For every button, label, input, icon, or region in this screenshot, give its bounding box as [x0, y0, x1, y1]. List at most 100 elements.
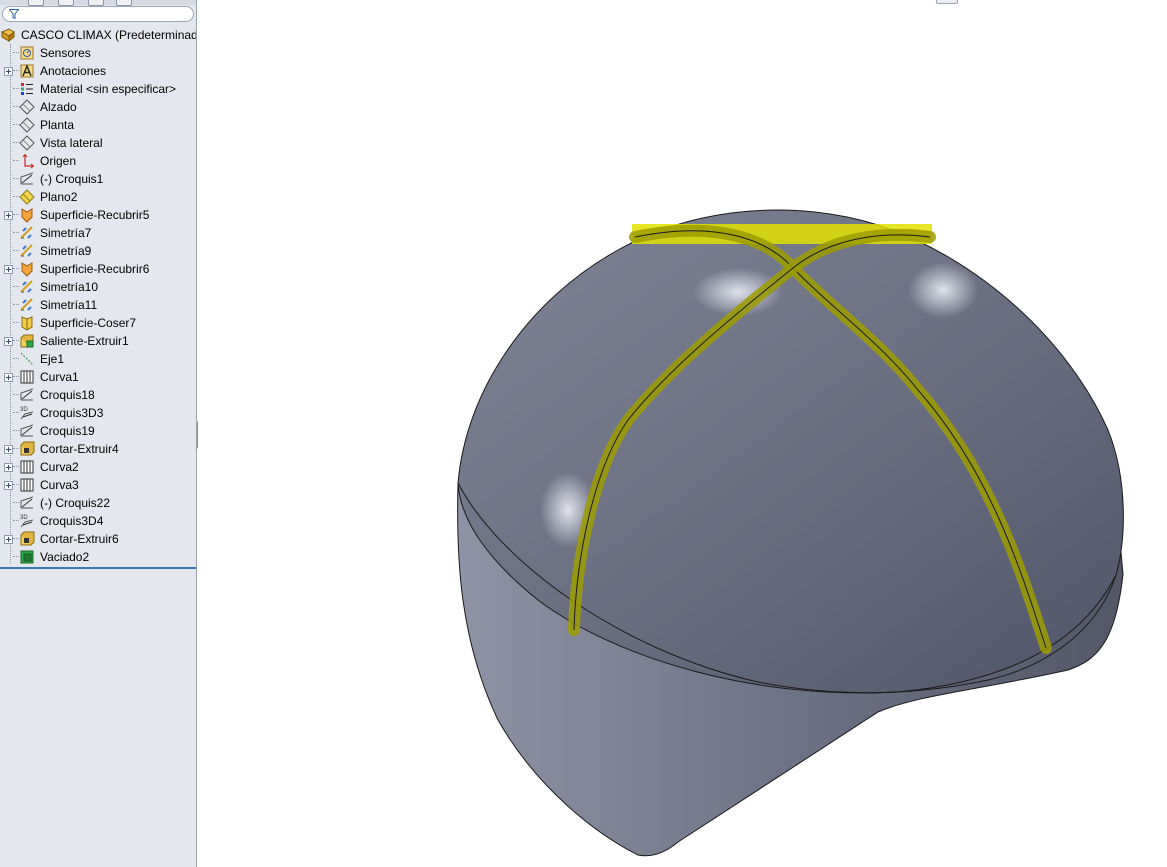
tree-item-label: Simetría10 [40, 280, 99, 294]
plane-icon [19, 117, 35, 133]
tree-item-label: Curva2 [40, 460, 79, 474]
tree-item-sensores[interactable]: Sensores [0, 44, 196, 62]
material-icon [21, 83, 33, 95]
tree-item-label: Superficie-Recubrir5 [40, 208, 150, 222]
knit-icon [21, 316, 33, 331]
tree-item-label: Superficie-Coser7 [40, 316, 137, 330]
origin-icon [22, 153, 35, 169]
tree-item-croquis3d4[interactable]: 3D Croquis3D4 [0, 512, 196, 530]
tree-root-part[interactable]: CASCO CLIMAX (Predeterminado [0, 26, 196, 44]
expand-toggle[interactable] [4, 211, 13, 220]
tree-item-label: Cortar-Extruir6 [40, 532, 119, 546]
mirror-icon [20, 244, 33, 257]
tree-item-simetr-a7[interactable]: Simetría7 [0, 224, 196, 242]
tree-filter-input[interactable] [2, 6, 194, 22]
tree-item-label: Material <sin especificar> [40, 82, 177, 96]
tree-item-croquis22[interactable]: (-) Croquis22 [0, 494, 196, 512]
shell-icon [20, 550, 34, 564]
tree-item-croquis1[interactable]: (-) Croquis1 [0, 170, 196, 188]
tree-item-curva3[interactable]: Curva3 [0, 476, 196, 494]
feature-manager-panel: CASCO CLIMAX (Predeterminado Sensores Anot… [0, 0, 197, 867]
tree-item-simetr-a10[interactable]: Simetría10 [0, 278, 196, 296]
tree-item-label: Vista lateral [40, 136, 103, 150]
sketch-icon [20, 388, 34, 401]
tree-item-label: Alzado [40, 100, 77, 114]
tree-item-label: Vaciado2 [40, 550, 90, 564]
tree-item-label: Croquis19 [40, 424, 95, 438]
tree-item-saliente-extruir1[interactable]: Saliente-Extruir1 [0, 332, 196, 350]
tree-item-label: Plano2 [40, 190, 78, 204]
annotations-icon [20, 64, 34, 78]
expand-toggle[interactable] [4, 445, 13, 454]
part-name-label: CASCO CLIMAX (Predeterminado [21, 28, 197, 42]
expand-toggle[interactable] [4, 337, 13, 346]
cut-extrude-icon [20, 441, 35, 456]
rollback-bar[interactable] [0, 567, 196, 569]
tree-item-superficie-recubrir6[interactable]: Superficie-Recubrir6 [0, 260, 196, 278]
mirror-icon [20, 280, 33, 293]
specular-highlight [908, 262, 978, 318]
sensor-icon [20, 46, 34, 60]
tree-item-cortar-extruir4[interactable]: Cortar-Extruir4 [0, 440, 196, 458]
mirror-icon [20, 298, 33, 311]
tree-item-simetr-a11[interactable]: Simetría11 [0, 296, 196, 314]
surface-loft-icon [21, 262, 33, 277]
tree-item-label: (-) Croquis22 [40, 496, 111, 510]
sketch-icon [20, 424, 34, 437]
curve-icon [20, 460, 34, 474]
tree-item-croquis19[interactable]: Croquis19 [0, 422, 196, 440]
tree-item-origen[interactable]: Origen [0, 152, 196, 170]
graphics-area[interactable] [198, 0, 1167, 867]
sketch-icon [20, 496, 34, 509]
part-icon [0, 28, 15, 43]
model-view[interactable] [198, 0, 1167, 867]
tree-item-cortar-extruir6[interactable]: Cortar-Extruir6 [0, 530, 196, 548]
sketch-icon [20, 172, 34, 185]
expand-toggle[interactable] [4, 265, 13, 274]
expand-toggle[interactable] [4, 481, 13, 490]
tree-item-croquis3d3[interactable]: 3D Croquis3D3 [0, 404, 196, 422]
tree-item-simetr-a9[interactable]: Simetría9 [0, 242, 196, 260]
plane-icon [19, 135, 35, 151]
svg-text:3D: 3D [20, 515, 28, 521]
tree-item-superficie-coser7[interactable]: Superficie-Coser7 [0, 314, 196, 332]
tree-item-label: Superficie-Recubrir6 [40, 262, 150, 276]
tree-item-material-sin-especificar[interactable]: Material <sin especificar> [0, 80, 196, 98]
tree-item-vaciado2[interactable]: Vaciado2 [0, 548, 196, 566]
tree-item-vista-lateral[interactable]: Vista lateral [0, 134, 196, 152]
tree-item-curva2[interactable]: Curva2 [0, 458, 196, 476]
tree-item-alzado[interactable]: Alzado [0, 98, 196, 116]
surface-loft-icon [21, 208, 33, 223]
tree-item-label: Eje1 [40, 352, 65, 366]
tree-item-label: Curva3 [40, 478, 79, 492]
expand-toggle[interactable] [4, 67, 13, 76]
filter-icon [9, 9, 19, 19]
tree-item-curva1[interactable]: Curva1 [0, 368, 196, 386]
tree-item-label: (-) Croquis1 [40, 172, 104, 186]
tree-item-label: Cortar-Extruir4 [40, 442, 119, 456]
panel-tab-strip [0, 0, 196, 6]
tree-item-label: Croquis3D4 [40, 514, 104, 528]
tree-item-superficie-recubrir5[interactable]: Superficie-Recubrir5 [0, 206, 196, 224]
expand-toggle[interactable] [4, 535, 13, 544]
tree-item-label: Saliente-Extruir1 [40, 334, 129, 348]
expand-toggle[interactable] [4, 463, 13, 472]
extrude-icon [20, 334, 34, 348]
expand-toggle[interactable] [4, 373, 13, 382]
tree-item-label: Simetría9 [40, 244, 92, 258]
tree-item-label: Simetría7 [40, 226, 92, 240]
tree-item-croquis18[interactable]: Croquis18 [0, 386, 196, 404]
tree-item-planta[interactable]: Planta [0, 116, 196, 134]
tree-item-label: Curva1 [40, 370, 79, 384]
svg-text:3D: 3D [20, 407, 28, 413]
tree-item-label: Anotaciones [40, 64, 107, 78]
mirror-icon [20, 226, 33, 239]
tree-item-anotaciones[interactable]: Anotaciones [0, 62, 196, 80]
tree-item-plano2[interactable]: Plano2 [0, 188, 196, 206]
sketch3d-icon: 3D [20, 515, 34, 528]
tree-item-label: Sensores [40, 46, 91, 60]
tree-item-label: Origen [40, 154, 77, 168]
curve-icon [20, 370, 34, 384]
tree-item-eje1[interactable]: Eje1 [0, 350, 196, 368]
axis-icon [20, 352, 34, 366]
